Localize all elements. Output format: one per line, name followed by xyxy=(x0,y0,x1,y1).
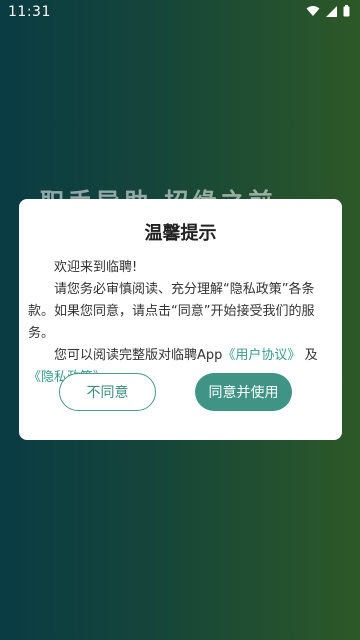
status-bar: 11:31 xyxy=(0,0,360,24)
disagree-button[interactable]: 不同意 xyxy=(59,373,156,411)
and-text: 及 xyxy=(304,348,318,363)
privacy-dialog: 温馨提示 欢迎来到临聘! 请您务必审慎阅读、充分理解“隐私政策”各条款。如果您同… xyxy=(19,199,342,440)
status-time: 11:31 xyxy=(8,4,51,20)
signal-icon xyxy=(326,5,337,17)
dialog-title: 温馨提示 xyxy=(144,223,217,244)
welcome-text: 欢迎来到临聘! xyxy=(54,260,138,275)
agree-button[interactable]: 同意并使用 xyxy=(195,373,292,411)
user-agreement-link[interactable]: 《用户协议》 xyxy=(222,348,300,363)
status-icons xyxy=(306,5,350,17)
read-more-prefix: 您可以阅读完整版对临聘App xyxy=(54,348,223,363)
wifi-icon xyxy=(306,6,320,16)
battery-icon xyxy=(343,5,350,17)
terms-text: 请您务必审慎阅读、充分理解“隐私政策”各条款。如果您同意，请点击“同意”开始接受… xyxy=(28,282,315,341)
dialog-body: 欢迎来到临聘! 请您务必审慎阅读、充分理解“隐私政策”各条款。如果您同意，请点击… xyxy=(28,257,332,389)
